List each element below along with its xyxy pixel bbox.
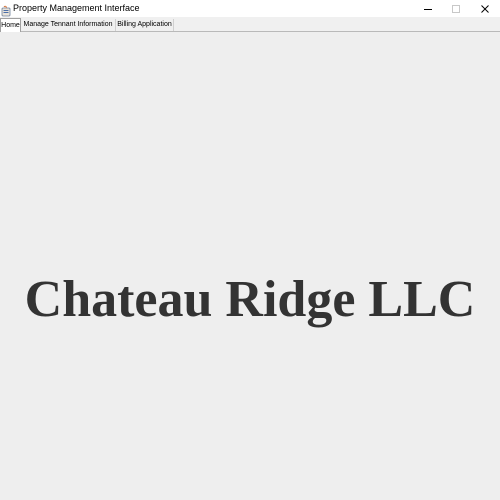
close-icon [480, 0, 490, 18]
company-name-heading: Chateau Ridge LLC [24, 271, 476, 328]
home-panel: Chateau Ridge LLC [0, 32, 500, 500]
maximize-icon [451, 0, 461, 18]
window-title: Property Management Interface [13, 3, 140, 13]
tab-billing-application[interactable]: Billing Application [116, 19, 174, 31]
minimize-button[interactable] [414, 0, 442, 17]
tab-home[interactable]: Home [0, 18, 21, 32]
close-button[interactable] [471, 0, 499, 17]
java-app-icon[interactable] [1, 2, 12, 17]
tab-manage-tennant-information[interactable]: Manage Tennant Information [21, 19, 116, 31]
title-bar[interactable]: Property Management Interface [0, 0, 500, 17]
minimize-icon [423, 0, 433, 18]
application-window: Property Management Interface Home Manag… [0, 0, 500, 500]
maximize-button[interactable] [442, 0, 470, 17]
